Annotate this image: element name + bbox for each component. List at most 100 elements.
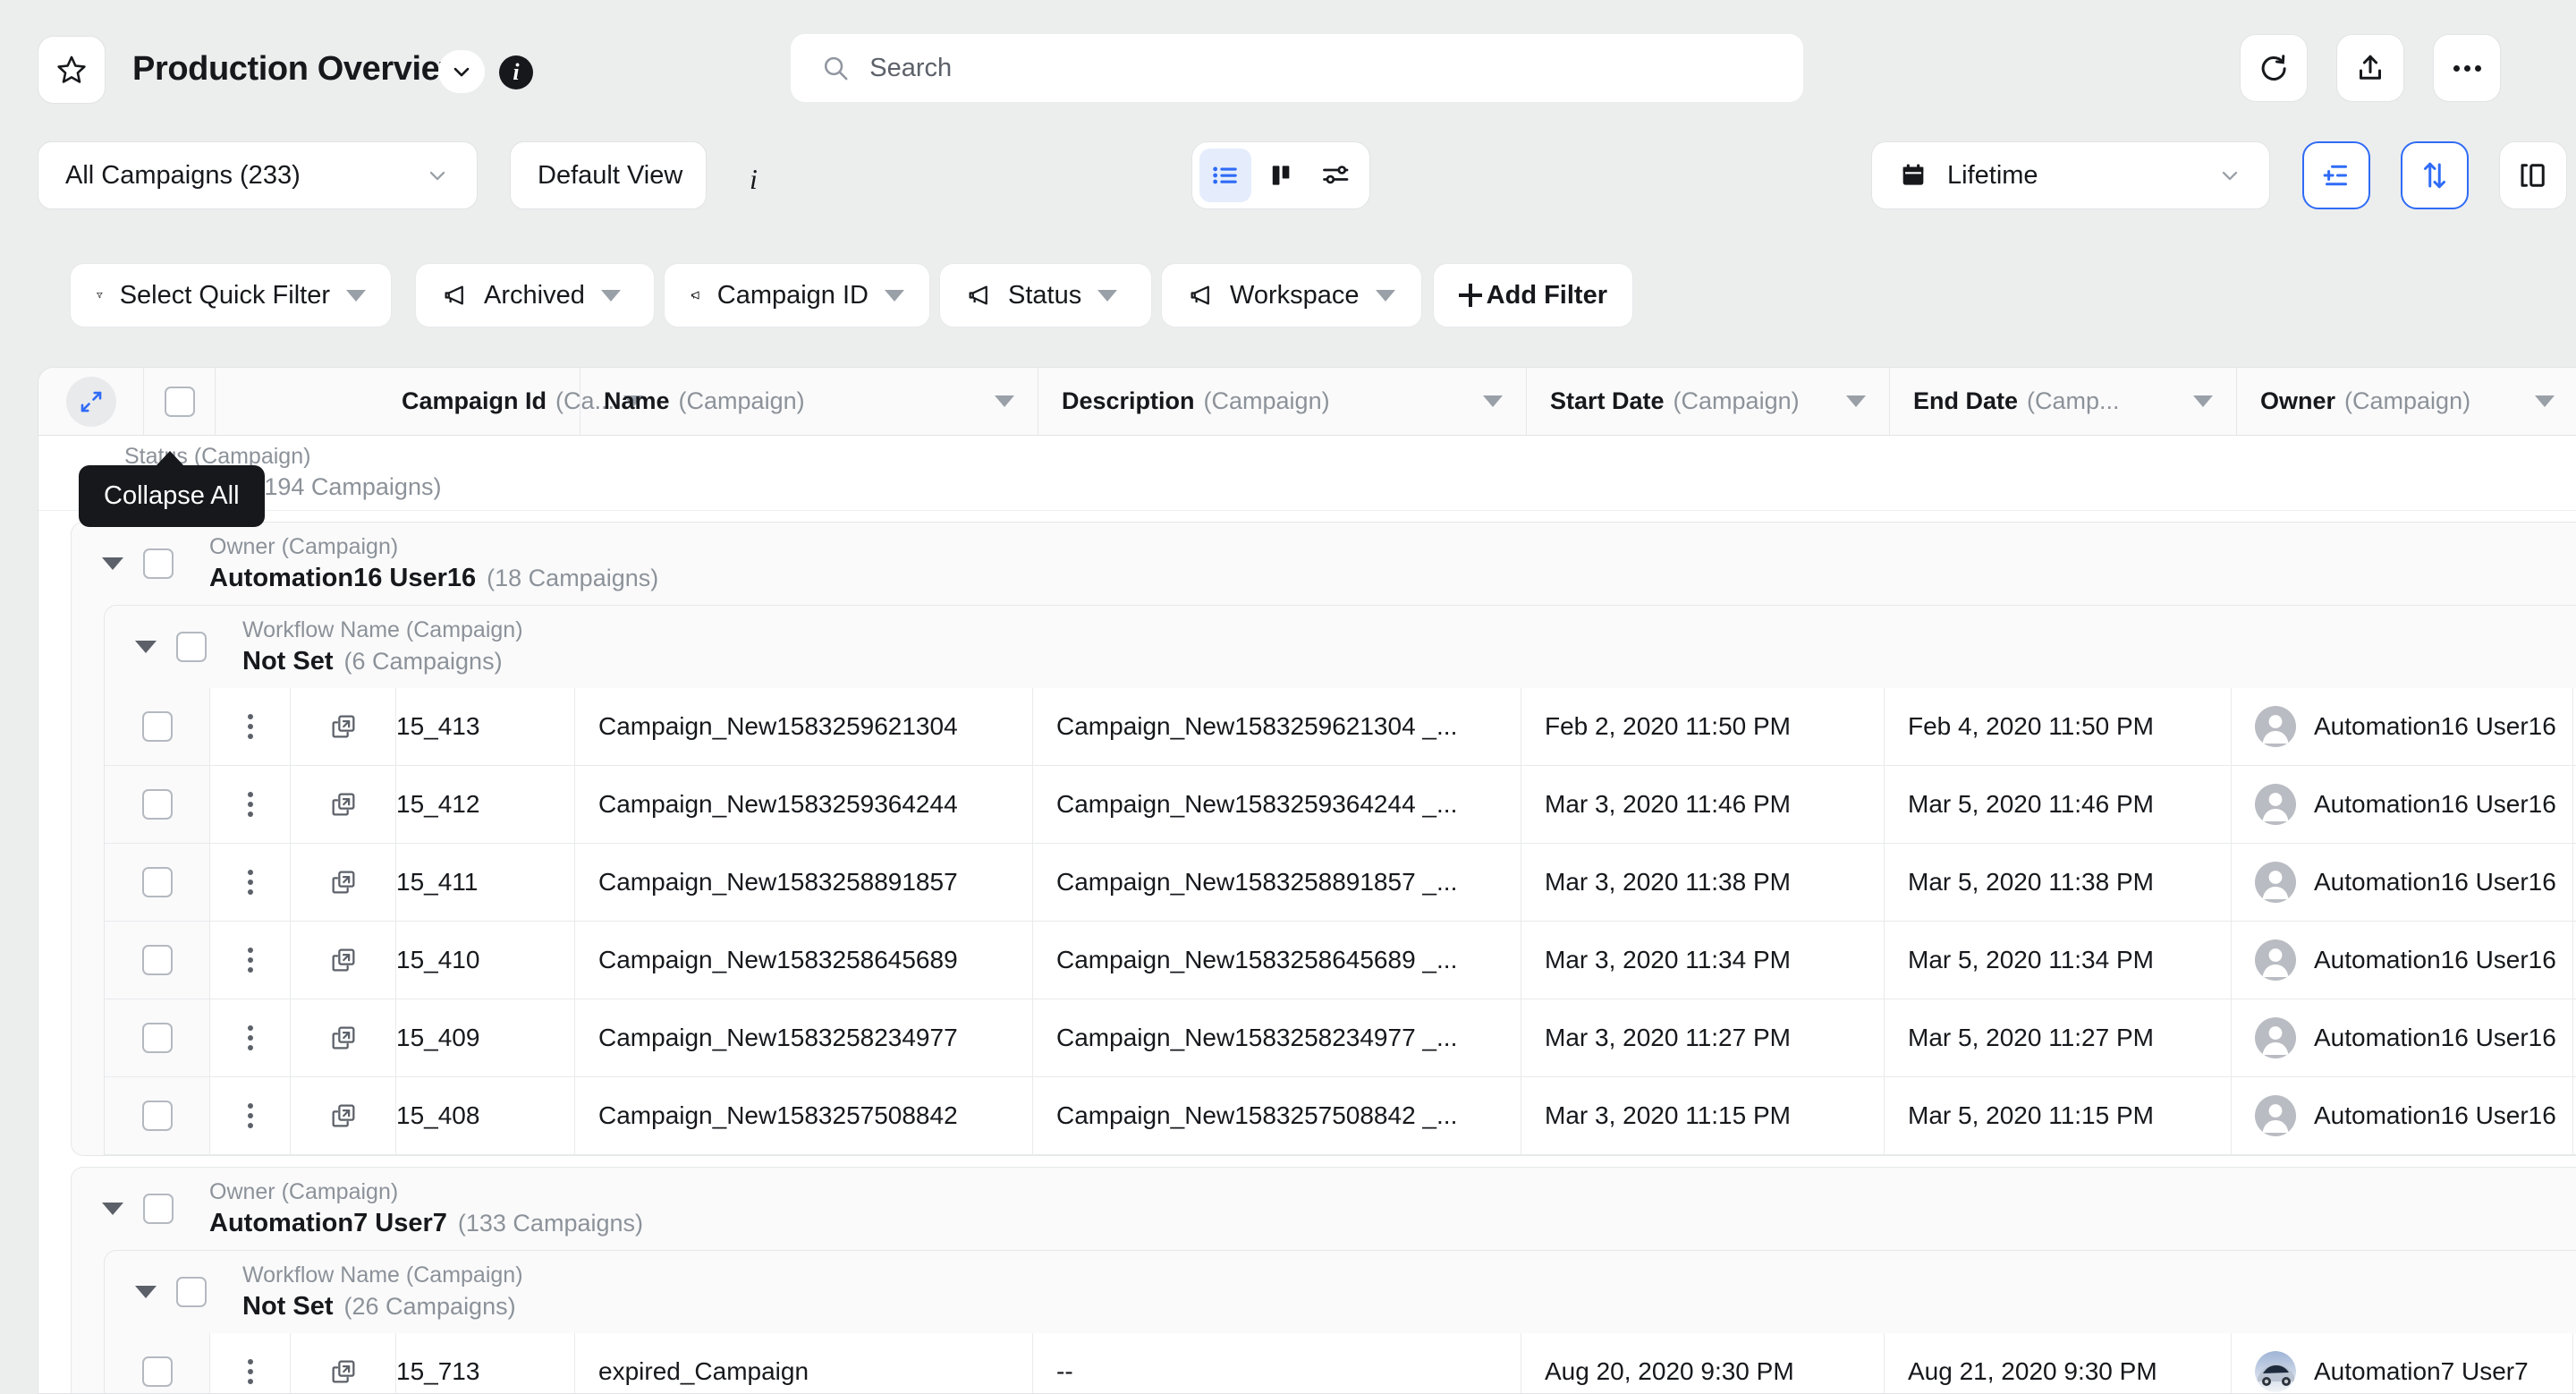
group-header-workflow[interactable]: Workflow Name (Campaign) Not Set (26 Camp… bbox=[105, 1251, 2576, 1333]
table-row[interactable]: 15_413 Campaign_New1583259621304 Campaign_… bbox=[105, 688, 2576, 766]
row-menu-icon[interactable] bbox=[247, 948, 253, 973]
collapse-toggle-icon[interactable] bbox=[102, 1203, 123, 1215]
row-checkbox[interactable] bbox=[141, 789, 173, 820]
group-header-owner[interactable]: Owner (Campaign) Automation16 User16 (18 … bbox=[72, 523, 2576, 605]
table-row[interactable]: 15_411 Campaign_New1583258891857 Campaign_… bbox=[105, 844, 2576, 922]
filter-status[interactable]: Status bbox=[939, 263, 1152, 327]
th-campaign-id[interactable]: Campaign Id (Ca... bbox=[402, 368, 644, 435]
chevron-down-icon[interactable] bbox=[1483, 395, 1503, 407]
group-field-label: Workflow Name (Campaign) bbox=[242, 1262, 523, 1288]
group-select-checkbox[interactable] bbox=[143, 1194, 174, 1224]
group-text: Workflow Name (Campaign) Not Set (6 Campa… bbox=[242, 616, 523, 677]
title-dropdown-button[interactable] bbox=[438, 50, 485, 93]
th-end-date[interactable]: End Date (Camp... bbox=[1890, 368, 2237, 435]
chevron-down-icon[interactable] bbox=[2193, 395, 2213, 407]
row-menu-icon[interactable] bbox=[247, 870, 253, 895]
row-checkbox[interactable] bbox=[141, 867, 173, 897]
export-button[interactable] bbox=[2336, 34, 2404, 102]
open-in-new-icon[interactable] bbox=[329, 790, 358, 819]
group-header-workflow[interactable]: Workflow Name (Campaign) Not Set (6 Campa… bbox=[105, 606, 2576, 688]
cell-owner: Automation16 User16 bbox=[2232, 922, 2573, 999]
cell-name: Campaign_New1583257508842 bbox=[575, 1077, 1033, 1154]
group-text: Owner (Campaign) Automation16 User16 (18 … bbox=[209, 533, 658, 594]
collapse-toggle-icon[interactable] bbox=[102, 557, 123, 570]
list-view-button[interactable] bbox=[1199, 149, 1251, 202]
row-checkbox[interactable] bbox=[141, 711, 173, 742]
row-checkbox[interactable] bbox=[141, 1356, 173, 1387]
search-bar[interactable] bbox=[791, 34, 1803, 102]
open-in-new-icon[interactable] bbox=[329, 946, 358, 974]
chevron-down-icon[interactable] bbox=[2535, 395, 2555, 407]
th-label: Owner bbox=[2260, 387, 2336, 414]
more-options-button[interactable] bbox=[2433, 34, 2501, 102]
megaphone-icon bbox=[691, 291, 699, 300]
cell-start-date: Mar 3, 2020 11:34 PM bbox=[1521, 922, 1885, 999]
th-description[interactable]: Description (Campaign) bbox=[1038, 368, 1527, 435]
filter-label: Archived bbox=[484, 280, 585, 310]
select-all-checkbox[interactable] bbox=[164, 386, 195, 417]
row-menu-cell bbox=[210, 688, 291, 765]
collapse-all-button[interactable] bbox=[65, 376, 116, 427]
filter-label: Campaign ID bbox=[716, 280, 869, 310]
open-in-new-icon[interactable] bbox=[329, 1101, 358, 1130]
group-select-checkbox[interactable] bbox=[143, 548, 174, 579]
group-select-checkbox[interactable] bbox=[176, 1277, 207, 1307]
cell-description: -- bbox=[1033, 1333, 1521, 1393]
side-panel-button[interactable] bbox=[2499, 141, 2567, 209]
row-menu-icon[interactable] bbox=[247, 714, 253, 739]
info-icon[interactable]: i bbox=[499, 55, 533, 89]
th-owner[interactable]: Owner (Campaign) bbox=[2237, 368, 2576, 435]
row-checkbox[interactable] bbox=[141, 945, 173, 975]
open-in-new-icon[interactable] bbox=[329, 712, 358, 741]
row-checkbox[interactable] bbox=[141, 1023, 173, 1053]
favorite-button[interactable] bbox=[38, 36, 106, 104]
column-settings-button[interactable] bbox=[2302, 141, 2370, 209]
filter-archived[interactable]: Archived bbox=[415, 263, 655, 327]
megaphone-icon bbox=[1191, 285, 1209, 305]
table-row[interactable]: 15_410 Campaign_New1583258645689 Campaign_… bbox=[105, 922, 2576, 999]
filter-campaign-id[interactable]: Campaign ID bbox=[664, 263, 930, 327]
th-name[interactable]: Name (Campaign) bbox=[580, 368, 1038, 435]
settings-view-button[interactable] bbox=[1310, 149, 1362, 202]
collapse-toggle-icon[interactable] bbox=[135, 641, 157, 653]
chevron-down-icon[interactable] bbox=[1846, 395, 1866, 407]
view-select[interactable]: Default View bbox=[510, 141, 707, 209]
group-header-owner[interactable]: Owner (Campaign) Automation7 User7 (133 C… bbox=[72, 1168, 2576, 1250]
table-row[interactable]: 15_408 Campaign_New1583257508842 Campaign_… bbox=[105, 1077, 2576, 1155]
open-in-new-icon[interactable] bbox=[329, 1357, 358, 1386]
group-count: (194 Campaigns) bbox=[256, 473, 442, 500]
group-field-label: Status (Campaign) bbox=[124, 443, 311, 469]
date-range-select[interactable]: Lifetime bbox=[1871, 141, 2270, 209]
sort-button[interactable] bbox=[2401, 141, 2469, 209]
row-menu-icon[interactable] bbox=[247, 1025, 253, 1050]
campaign-scope-select[interactable]: All Campaigns (233) bbox=[38, 141, 478, 209]
row-menu-icon[interactable] bbox=[247, 1103, 253, 1128]
row-checkbox[interactable] bbox=[141, 1101, 173, 1131]
refresh-button[interactable] bbox=[2240, 34, 2308, 102]
open-in-new-icon[interactable] bbox=[329, 868, 358, 897]
search-input[interactable] bbox=[869, 53, 1773, 83]
row-menu-cell bbox=[210, 922, 291, 999]
group-count: (6 Campaigns) bbox=[343, 647, 503, 675]
row-open-cell bbox=[291, 922, 396, 999]
add-filter-button[interactable]: Add Filter bbox=[1433, 263, 1633, 327]
filter-workspace[interactable]: Workspace bbox=[1161, 263, 1422, 327]
th-label: Start Date bbox=[1550, 387, 1665, 414]
date-range-label: Lifetime bbox=[1947, 160, 2038, 190]
group-select-checkbox[interactable] bbox=[176, 632, 207, 662]
open-in-new-icon[interactable] bbox=[329, 1024, 358, 1052]
chevron-down-icon[interactable] bbox=[995, 395, 1014, 407]
sort-arrows-icon bbox=[2424, 162, 2445, 189]
group-header-status[interactable]: Status (Campaign) Approved(194 Campaigns… bbox=[38, 436, 2576, 511]
th-start-date[interactable]: Start Date (Campaign) bbox=[1527, 368, 1890, 435]
view-info-icon[interactable]: i bbox=[750, 163, 758, 196]
collapse-toggle-icon[interactable] bbox=[135, 1286, 157, 1298]
row-menu-icon[interactable] bbox=[247, 1359, 253, 1384]
board-view-button[interactable] bbox=[1255, 149, 1307, 202]
table-row[interactable]: 15_409 Campaign_New1583258234977 Campaign_… bbox=[105, 999, 2576, 1077]
row-menu-cell bbox=[210, 999, 291, 1076]
table-row[interactable]: 15_412 Campaign_New1583259364244 Campaign_… bbox=[105, 766, 2576, 844]
row-menu-icon[interactable] bbox=[247, 792, 253, 817]
filter-quick-filter[interactable]: Select Quick Filter bbox=[70, 263, 392, 327]
table-row[interactable]: 15_713 expired_Campaign -- Aug 20, 2020 9:3… bbox=[105, 1333, 2576, 1393]
